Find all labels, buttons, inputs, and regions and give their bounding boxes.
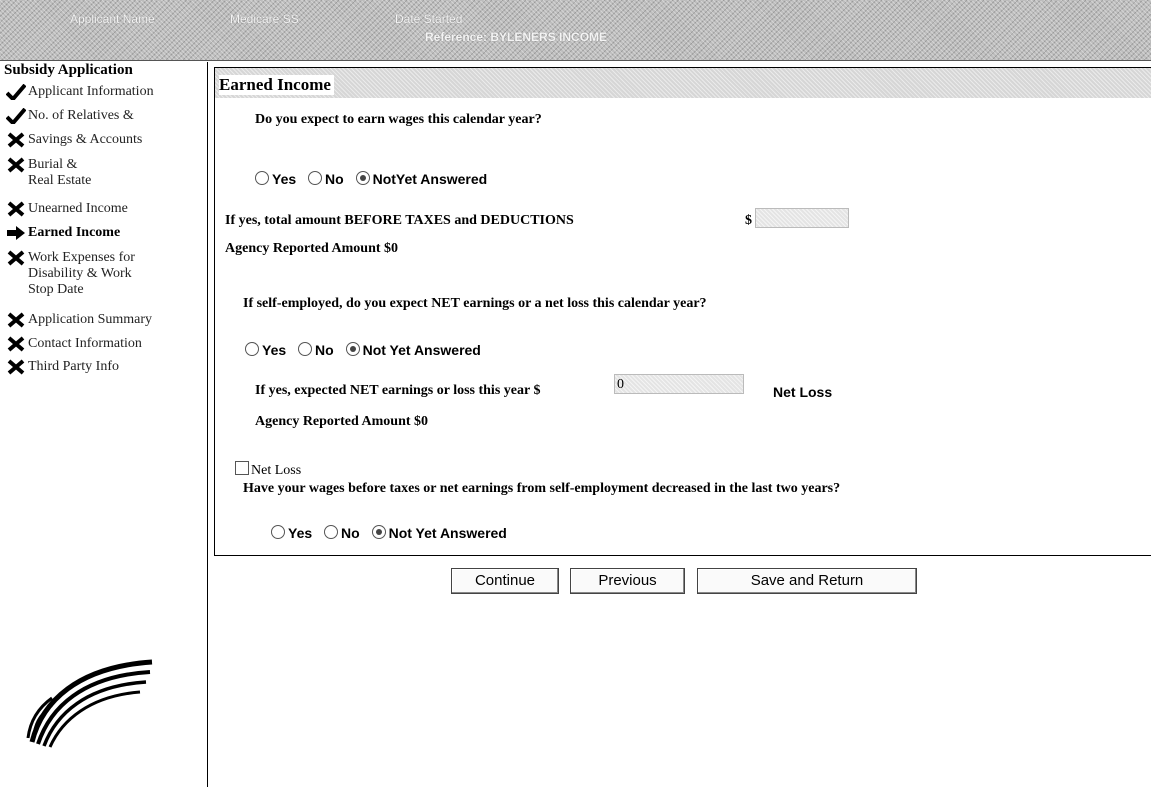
agency-reported-amount-net: Agency Reported Amount $0 (255, 414, 429, 429)
continue-button[interactable]: Continue (451, 568, 559, 594)
check-icon (5, 83, 28, 105)
net-earnings-input[interactable]: 0 (614, 374, 744, 394)
header-applicant-name: Applicant Name (70, 12, 155, 26)
question-earn-wages: Do you expect to earn wages this calenda… (255, 112, 542, 127)
radio-self-employed-no[interactable]: No (298, 342, 334, 358)
amount-before-taxes-label: If yes, total amount BEFORE TAXES and DE… (225, 213, 574, 228)
arrow-right-icon (6, 225, 28, 246)
sidebar-item-label: Contact Information (28, 336, 142, 351)
net-earnings-label: If yes, expected NET earnings or loss th… (255, 383, 541, 398)
x-icon (6, 201, 28, 222)
radio-group-earn-wages: Yes No NotYet Answered (255, 171, 495, 187)
question-self-employed: If self-employed, do you expect NET earn… (243, 296, 707, 311)
x-icon (6, 132, 28, 153)
net-loss-checkbox-box[interactable] (235, 461, 249, 475)
sidebar-item-label: Earned Income (28, 225, 121, 240)
sidebar-item-earned-income[interactable]: Earned Income (6, 225, 120, 246)
radio-earn-wages-no[interactable]: No (308, 171, 344, 187)
radio-self-employed-not-answered[interactable]: Not Yet Answered (345, 342, 481, 358)
sidebar-item-label-line3: Stop Date (28, 282, 84, 297)
sidebar-item-third-party-info[interactable]: Third Party Info (6, 359, 119, 380)
header-medicare: Medicare SS (230, 12, 299, 26)
sidebar-item-relatives[interactable]: No. of Relatives & (5, 107, 134, 129)
sidebar-item-label: Savings & Accounts (28, 132, 143, 147)
sidebar-item-work-expenses[interactable]: Work Expenses for Disability & Work Stop D… (6, 250, 135, 298)
sidebar-item-applicant-information[interactable]: Applicant Information (5, 83, 154, 105)
sidebar-item-label: Unearned Income (28, 201, 128, 216)
sidebar-item-contact-information[interactable]: Contact Information (6, 336, 142, 357)
eagle-logo (22, 642, 162, 757)
header-bar: Applicant Name Medicare SS Date Started … (0, 0, 1151, 61)
radio-wages-decreased-yes[interactable]: Yes (271, 525, 312, 541)
net-loss-checkbox-label: Net Loss (251, 463, 302, 478)
agency-reported-amount-wages: Agency Reported Amount $0 (225, 241, 399, 256)
sidebar-item-label: Work Expenses for (28, 250, 135, 265)
x-icon (6, 312, 28, 333)
header-reference: Reference: BYLENERS INCOME (425, 30, 608, 44)
radio-wages-decreased-no[interactable]: No (324, 525, 360, 541)
page-title: Earned Income (219, 75, 334, 95)
net-loss-inline-label: Net Loss (773, 384, 833, 400)
sidebar-item-label: Application Summary (28, 312, 153, 327)
x-icon (6, 336, 28, 357)
radio-earn-wages-yes[interactable]: Yes (255, 171, 296, 187)
radio-group-self-employed: Yes No Not Yet Answered (245, 342, 489, 358)
x-icon (6, 250, 28, 271)
sidebar: Subsidy Application Applicant Informatio… (0, 62, 208, 787)
sidebar-item-label: No. of Relatives & (28, 108, 134, 123)
previous-button[interactable]: Previous (570, 568, 685, 594)
radio-self-employed-yes[interactable]: Yes (245, 342, 286, 358)
sidebar-item-unearned-income[interactable]: Unearned Income (6, 201, 128, 222)
radio-earn-wages-not-answered[interactable]: NotYet Answered (355, 171, 487, 187)
sidebar-item-label-line2: Disability & Work (28, 266, 132, 281)
x-icon (6, 157, 28, 178)
sidebar-item-burial[interactable]: Burial & Real Estate (6, 157, 91, 189)
radio-wages-decreased-not-answered[interactable]: Not Yet Answered (371, 525, 507, 541)
net-loss-checkbox[interactable]: Net Loss (235, 461, 301, 479)
sidebar-item-application-summary[interactable]: Application Summary (6, 312, 152, 333)
wages-amount-input[interactable] (755, 208, 849, 228)
sidebar-item-savings[interactable]: Savings & Accounts (6, 132, 142, 153)
radio-group-wages-decreased: Yes No Not Yet Answered (271, 525, 515, 541)
panel-title-bar: Earned Income (215, 68, 1151, 98)
sidebar-item-label-line2: Real Estate (28, 173, 92, 188)
earned-income-panel: Earned Income Do you expect to earn wage… (214, 67, 1151, 556)
currency-symbol: $ (745, 213, 752, 228)
x-icon (6, 359, 28, 380)
check-icon (5, 107, 28, 129)
save-and-return-button[interactable]: Save and Return (697, 568, 917, 594)
sidebar-item-label: Applicant Information (28, 84, 154, 99)
header-date-started: Date Started (395, 12, 463, 26)
sidebar-title: Subsidy Application (4, 62, 133, 78)
question-wages-decreased: Have your wages before taxes or net earn… (243, 481, 841, 496)
sidebar-item-label: Burial & (28, 157, 78, 172)
sidebar-item-label: Third Party Info (28, 359, 119, 374)
